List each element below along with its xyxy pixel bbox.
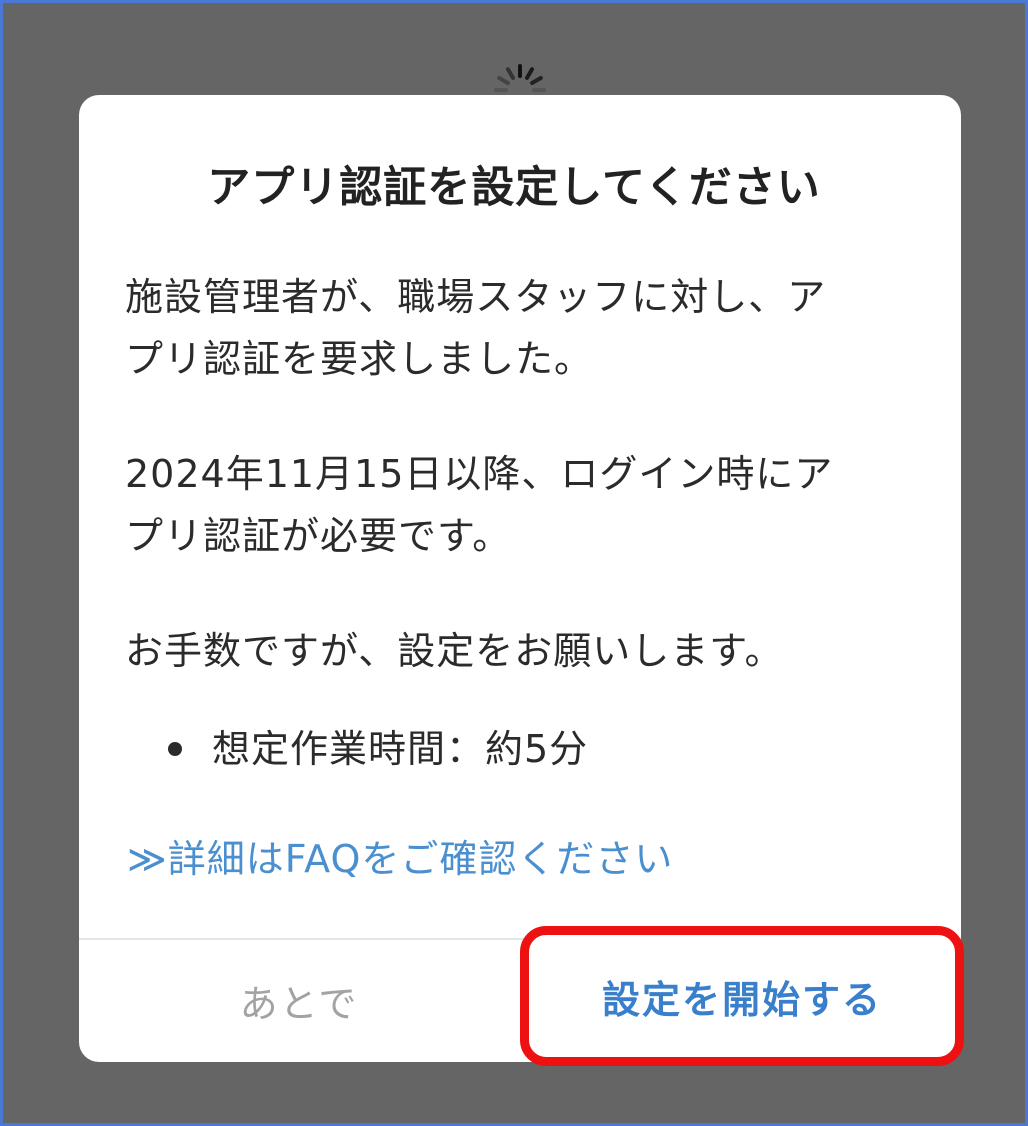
start-setup-button[interactable]: 設定を開始する xyxy=(520,926,964,1066)
estimated-time-item: 想定作業時間：約5分 xyxy=(212,727,589,771)
dialog-paragraph-please: お手数ですが、設定をお願いします。 xyxy=(125,629,784,673)
dialog-title: アプリ認証を設定してください xyxy=(207,163,821,213)
paragraph-deadline-line-1: 2024年11月15日以降、ログイン時にア xyxy=(125,452,834,496)
bullet-dot-icon xyxy=(168,742,182,756)
paragraph-request-line-2: プリ認証を要求しました。 xyxy=(125,337,594,381)
dialog-paragraph-deadline: 2024年11月15日以降、ログイン時にア プリ認証が必要です。 xyxy=(125,443,915,567)
paragraph-deadline-line-2: プリ認証が必要です。 xyxy=(125,514,512,558)
faq-link[interactable]: ≫詳細はFAQをご確認ください xyxy=(127,828,673,890)
later-button[interactable]: あとで xyxy=(79,940,519,1060)
dialog-paragraph-request: 施設管理者が、職場スタッフに対し、ア プリ認証を要求しました。 xyxy=(125,266,915,390)
paragraph-request-line-1: 施設管理者が、職場スタッフに対し、ア xyxy=(125,275,827,319)
app-auth-dialog xyxy=(79,95,961,1062)
